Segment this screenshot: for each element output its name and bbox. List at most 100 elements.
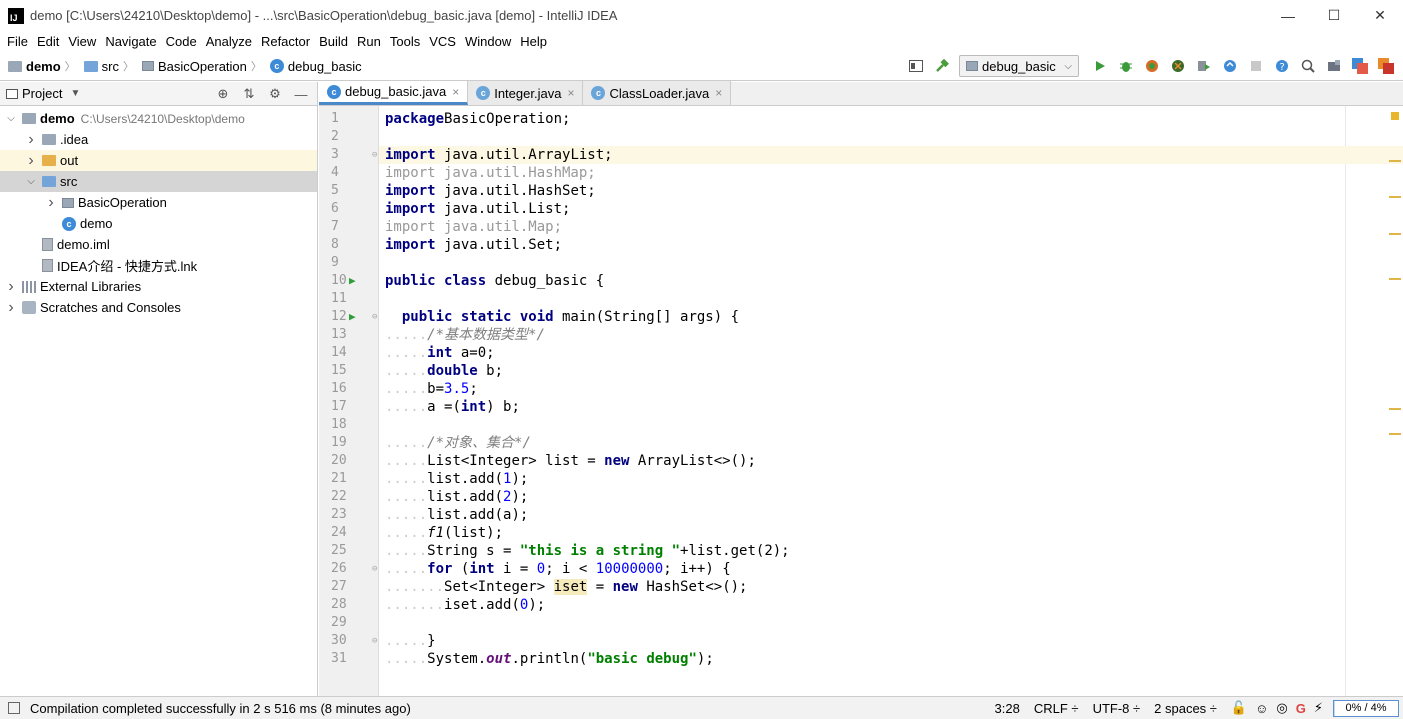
- menu-file[interactable]: File: [4, 34, 31, 49]
- code-line[interactable]: .....list.add(2);: [379, 488, 1403, 506]
- tool-windows-toggle-icon[interactable]: [8, 702, 20, 714]
- line-number-gutter[interactable]: 1 2 3 ⊖ 4 5 6 7 8 9 10 ▶ 11 12 ▶ ⊖ 13 14 15 16 17 18 19 20 21 22 2…: [319, 106, 379, 696]
- breadcrumb-item[interactable]: c debug_basic: [269, 59, 362, 74]
- tree-item[interactable]: IDEA介绍 - 快捷方式.lnk: [0, 255, 317, 276]
- menu-help[interactable]: Help: [517, 34, 550, 49]
- code-line[interactable]: import java.util.List;: [379, 200, 1403, 218]
- chevron-right-icon[interactable]: ›: [44, 194, 58, 212]
- google-icon[interactable]: G: [1296, 701, 1306, 716]
- code-line[interactable]: ...../*基本数据类型*/: [379, 326, 1403, 344]
- hide-panel-icon[interactable]: —: [291, 85, 311, 103]
- plugin-icon[interactable]: [1375, 55, 1397, 77]
- chevron-down-icon[interactable]: ⌵: [4, 113, 18, 124]
- code-line[interactable]: .....}: [379, 632, 1403, 650]
- search-icon[interactable]: [1297, 55, 1319, 77]
- settings-structure-icon[interactable]: [1323, 55, 1345, 77]
- chevron-right-icon[interactable]: ›: [24, 131, 38, 149]
- code-line[interactable]: [379, 290, 1403, 308]
- help-icon[interactable]: ?: [1271, 55, 1293, 77]
- attach-debugger-icon[interactable]: [1193, 55, 1215, 77]
- menu-vcs[interactable]: VCS: [426, 34, 459, 49]
- fold-icon[interactable]: ⊖: [372, 308, 377, 326]
- code-line[interactable]: .....list.add(a);: [379, 506, 1403, 524]
- tab-integer[interactable]: c Integer.java ×: [468, 81, 584, 105]
- code-line[interactable]: .......Set<Integer> iset = new HashSet<>…: [379, 578, 1403, 596]
- event-log-icon[interactable]: ◎: [1276, 700, 1287, 716]
- chevron-right-icon[interactable]: ›: [4, 299, 18, 317]
- menu-build[interactable]: Build: [316, 34, 351, 49]
- tree-item[interactable]: › .idea: [0, 129, 317, 150]
- code-line[interactable]: .....double b;: [379, 362, 1403, 380]
- status-message[interactable]: Compilation completed successfully in 2 …: [30, 701, 411, 716]
- tree-item[interactable]: › Scratches and Consoles: [0, 297, 317, 318]
- code-line[interactable]: [379, 614, 1403, 632]
- tab-debug-basic[interactable]: c debug_basic.java ×: [319, 81, 469, 105]
- tree-item[interactable]: ⌵ src: [0, 171, 317, 192]
- code-line[interactable]: [379, 416, 1403, 434]
- code-line[interactable]: import java.util.Set;: [379, 236, 1403, 254]
- code-line[interactable]: import java.util.HashSet;: [379, 182, 1403, 200]
- code-line[interactable]: packageBasicOperation;: [379, 110, 1403, 128]
- fold-icon[interactable]: ⊖: [372, 146, 377, 164]
- chevron-right-icon[interactable]: ›: [4, 278, 18, 296]
- breadcrumb-item[interactable]: BasicOperation 〉: [142, 58, 266, 74]
- run-gutter-icon[interactable]: ▶: [349, 308, 356, 326]
- menu-edit[interactable]: Edit: [34, 34, 62, 49]
- code-line[interactable]: .......iset.add(0);: [379, 596, 1403, 614]
- tree-item[interactable]: demo.iml: [0, 234, 317, 255]
- code-line[interactable]: [379, 254, 1403, 272]
- menu-navigate[interactable]: Navigate: [102, 34, 159, 49]
- code-line[interactable]: .....list.add(1);: [379, 470, 1403, 488]
- code-line[interactable]: [379, 128, 1403, 146]
- tree-item[interactable]: c demo: [0, 213, 317, 234]
- menu-view[interactable]: View: [65, 34, 99, 49]
- line-separator[interactable]: CRLF ÷: [1034, 701, 1079, 716]
- chevron-down-icon[interactable]: ⌵: [24, 176, 38, 187]
- code-line[interactable]: .....for (int i = 0; i < 10000000; i++) …: [379, 560, 1403, 578]
- locate-file-icon[interactable]: ⊕: [213, 85, 233, 103]
- code-line[interactable]: import java.util.ArrayList;: [379, 146, 1403, 164]
- menu-tools[interactable]: Tools: [387, 34, 423, 49]
- breadcrumb-item[interactable]: demo 〉: [8, 58, 80, 74]
- code-line[interactable]: .....b=3.5;: [379, 380, 1403, 398]
- code-editor[interactable]: packageBasicOperation; import java.util.A…: [379, 106, 1403, 696]
- error-stripe[interactable]: [1387, 106, 1403, 696]
- run-configuration-select[interactable]: debug_basic ⌵: [959, 55, 1079, 77]
- file-encoding[interactable]: UTF-8 ÷: [1093, 701, 1141, 716]
- tree-item[interactable]: › out: [0, 150, 317, 171]
- tree-item[interactable]: › External Libraries: [0, 276, 317, 297]
- indent-setting[interactable]: 2 spaces ÷: [1154, 701, 1217, 716]
- code-line[interactable]: .....List<Integer> list = new ArrayList<…: [379, 452, 1403, 470]
- run-gutter-icon[interactable]: ▶: [349, 272, 356, 290]
- fold-icon[interactable]: ⊖: [372, 632, 377, 650]
- close-tab-icon[interactable]: ×: [567, 86, 574, 100]
- project-view-selector[interactable]: Project ▼: [6, 86, 80, 101]
- code-line[interactable]: public static void main(String[] args) {: [379, 308, 1403, 326]
- project-structure-icon[interactable]: [905, 55, 927, 77]
- lock-icon[interactable]: 🔓: [1231, 700, 1247, 716]
- code-line[interactable]: .....int a=0;: [379, 344, 1403, 362]
- profiler-icon[interactable]: [1167, 55, 1189, 77]
- code-line[interactable]: .....String s = "this is a string "+list…: [379, 542, 1403, 560]
- minimize-button[interactable]: —: [1265, 0, 1311, 31]
- close-tab-icon[interactable]: ×: [715, 86, 722, 100]
- close-window-button[interactable]: ✕: [1357, 0, 1403, 31]
- memory-indicator[interactable]: 0% / 4%: [1333, 699, 1399, 717]
- menu-code[interactable]: Code: [163, 34, 200, 49]
- menu-run[interactable]: Run: [354, 34, 384, 49]
- code-line[interactable]: import java.util.Map;: [379, 218, 1403, 236]
- fold-icon[interactable]: ⊖: [372, 560, 377, 578]
- code-line[interactable]: .....f1(list);: [379, 524, 1403, 542]
- tree-item[interactable]: › BasicOperation: [0, 192, 317, 213]
- chevron-right-icon[interactable]: ›: [24, 152, 38, 170]
- code-line[interactable]: .....a =(int) b;: [379, 398, 1403, 416]
- stop-icon[interactable]: [1245, 55, 1267, 77]
- menu-analyze[interactable]: Analyze: [203, 34, 255, 49]
- build-hammer-icon[interactable]: [931, 55, 953, 77]
- translate-icon[interactable]: [1349, 55, 1371, 77]
- menu-refactor[interactable]: Refactor: [258, 34, 313, 49]
- code-line[interactable]: .....System.out.println("basic debug");: [379, 650, 1403, 668]
- code-line[interactable]: ...../*对象、集合*/: [379, 434, 1403, 452]
- update-running-icon[interactable]: [1219, 55, 1241, 77]
- code-line[interactable]: public class debug_basic {: [379, 272, 1403, 290]
